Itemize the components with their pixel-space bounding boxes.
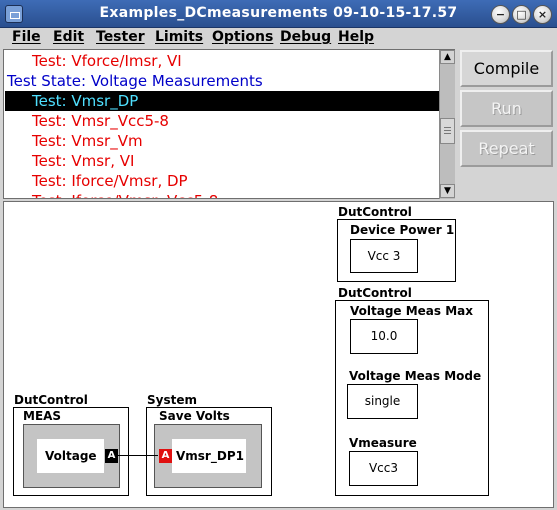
input-port-a[interactable]: A [159, 449, 172, 463]
voltage-meas-max-title: Voltage Meas Max [350, 304, 474, 318]
menu-bar: File Edit Tester Limits Options Debug He… [0, 28, 557, 48]
repeat-button[interactable]: Repeat [460, 130, 553, 167]
save-volts-block[interactable]: Save Volts A Vmsr_DP1 [146, 407, 272, 496]
menu-debug[interactable]: Debug [280, 29, 331, 45]
list-item[interactable]: Test State: Voltage Measurements [5, 71, 440, 91]
list-item[interactable]: Test: Vmsr, VI [5, 151, 440, 171]
save-volts-node[interactable]: A Vmsr_DP1 [154, 424, 262, 488]
menu-tester[interactable]: Tester [96, 29, 145, 45]
device-power-title: Device Power 1 [350, 223, 455, 237]
voltage-meas-mode-value[interactable]: single [347, 384, 418, 419]
output-port-a[interactable]: A [105, 449, 118, 463]
close-button[interactable]: × [533, 5, 552, 24]
device-power-block[interactable]: Device Power 1 Vcc 3 [337, 219, 456, 282]
menu-file[interactable]: File [12, 29, 41, 45]
list-item[interactable]: Test: Iforce/Vmsr, DP [5, 171, 440, 191]
menu-limits[interactable]: Limits [155, 29, 203, 45]
window-title: Examples_DCmeasurements 09-10-15-17.57 [99, 5, 458, 21]
power-group-label: DutControl [338, 205, 412, 219]
meas-block[interactable]: MEAS Voltage A [13, 407, 129, 496]
list-item[interactable]: Test: Iforce/Vmsr, Vcc5-8 [5, 191, 440, 198]
maximize-button[interactable]: □ [512, 5, 531, 24]
list-scrollbar[interactable]: ▲ ▼ [439, 50, 455, 199]
meas-node[interactable]: Voltage A [23, 424, 120, 488]
save-volts-node-label: Vmsr_DP1 [172, 439, 246, 473]
voltage-settings-block[interactable]: Voltage Meas Max 10.0 Voltage Meas Mode … [335, 300, 489, 496]
menu-options[interactable]: Options [212, 29, 273, 45]
compile-button[interactable]: Compile [460, 50, 553, 87]
vmeasure-value[interactable]: Vcc3 [349, 451, 418, 486]
list-item[interactable]: Test: Vmsr_Vcc5-8 [5, 111, 440, 131]
connection-wire[interactable] [117, 455, 158, 456]
scroll-up-icon[interactable]: ▲ [440, 50, 455, 64]
device-power-value[interactable]: Vcc 3 [350, 239, 418, 273]
list-item-selected[interactable]: Test: Vmsr_DP [5, 91, 440, 111]
menu-help[interactable]: Help [338, 29, 374, 45]
menu-edit[interactable]: Edit [53, 29, 84, 45]
minimize-button[interactable]: − [491, 5, 510, 24]
title-bar[interactable]: Examples_DCmeasurements 09-10-15-17.57 −… [0, 0, 557, 28]
scroll-down-icon[interactable]: ▼ [440, 184, 455, 198]
voltage-meas-mode-title: Voltage Meas Mode [349, 369, 482, 383]
list-item[interactable]: Test: Vforce/Imsr, VI [5, 51, 440, 71]
vmeasure-title: Vmeasure [349, 436, 417, 450]
list-item[interactable]: Test: Vmsr_Vm [5, 131, 440, 151]
test-list[interactable]: Test: Vforce/Imsr, VI Test State: Voltag… [3, 49, 455, 199]
save-volts-title: Save Volts [159, 409, 230, 423]
save-group-label: System [147, 393, 197, 407]
voltage-meas-max-value[interactable]: 10.0 [350, 319, 418, 354]
run-button[interactable]: Run [460, 90, 553, 127]
meas-node-label: Voltage [37, 439, 104, 473]
meas-title: MEAS [23, 409, 62, 423]
meas-group-label: DutControl [14, 393, 88, 407]
voltage-group-label: DutControl [338, 286, 412, 300]
scroll-thumb[interactable] [440, 118, 455, 144]
